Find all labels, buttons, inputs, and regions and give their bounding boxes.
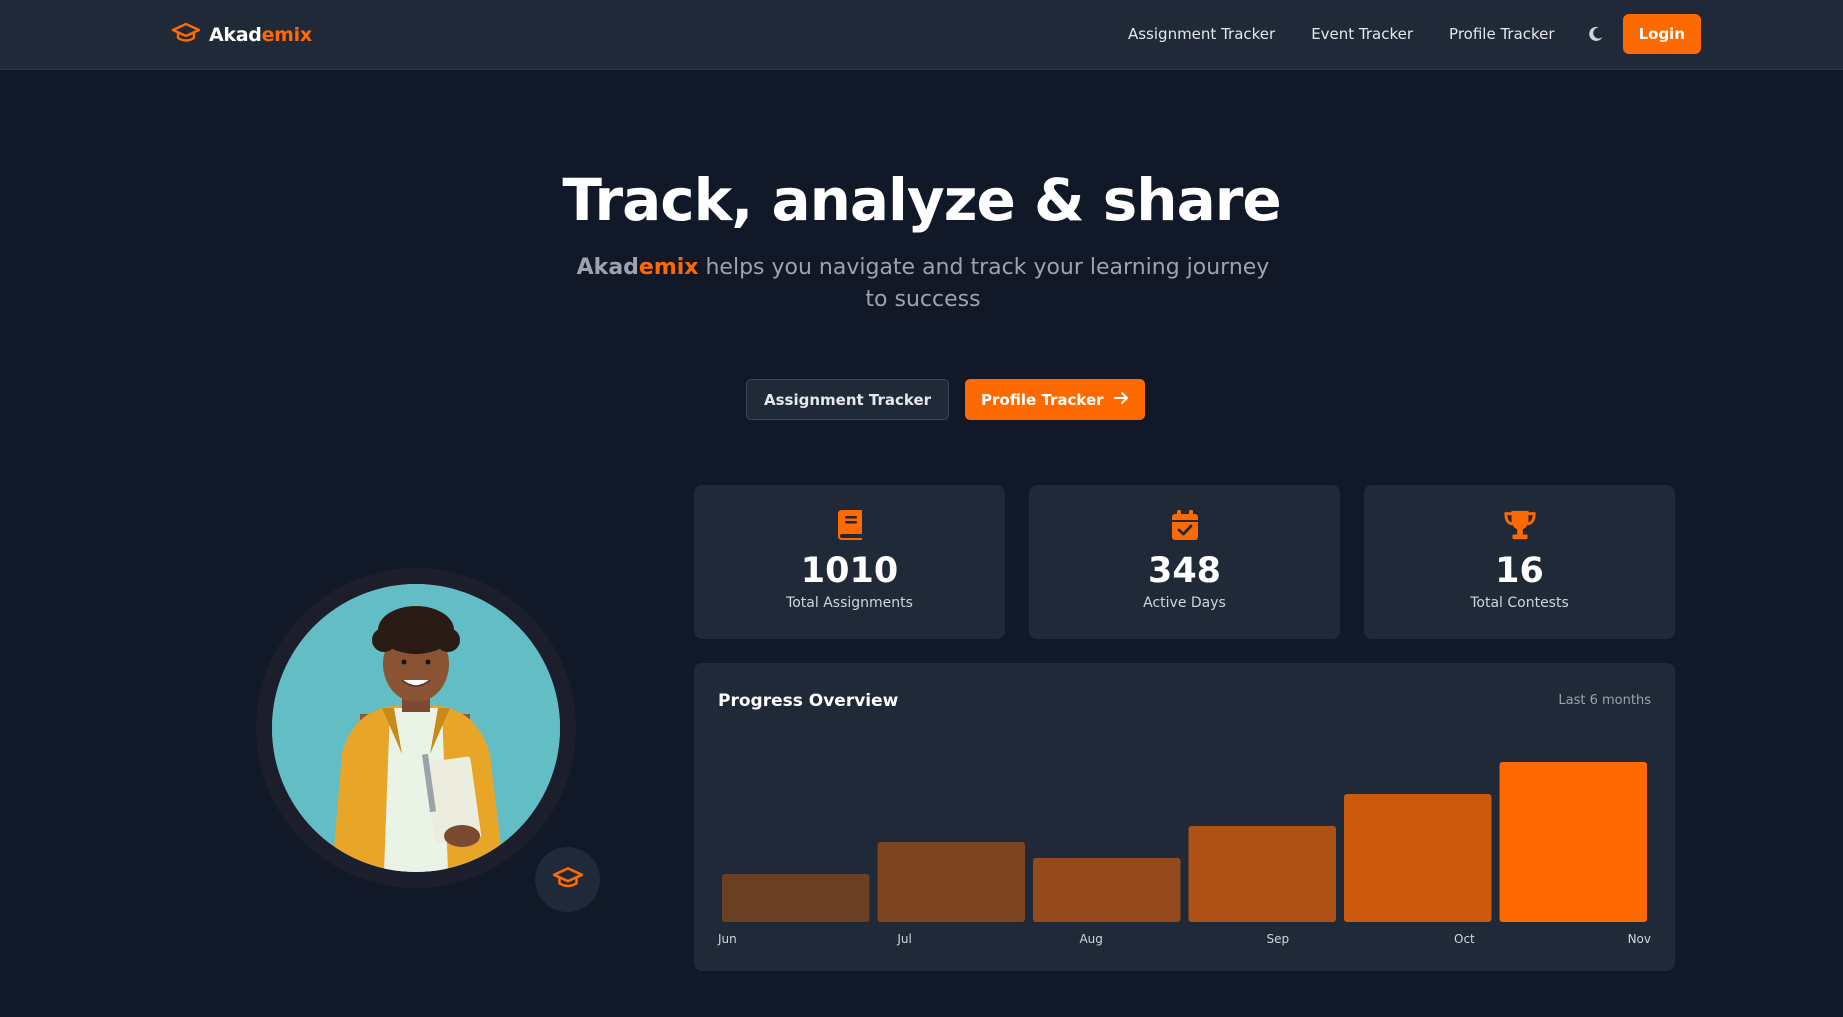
bar-oct (1344, 794, 1492, 922)
nav-link-event-tracker[interactable]: Event Tracker (1311, 25, 1413, 43)
stat-card-assignments: 1010 Total Assignments (694, 485, 1005, 639)
bar-jul (877, 842, 1025, 922)
graduation-cap-icon (552, 865, 584, 895)
graduation-cap-icon (171, 21, 201, 50)
nav-links: Assignment Tracker Event Tracker Profile… (1128, 14, 1701, 54)
x-tick-sep: Sep (1266, 932, 1290, 946)
avatar-ring (256, 568, 576, 888)
trophy-icon (1503, 508, 1537, 542)
brand-name-part2: emix (261, 24, 313, 46)
nav-link-profile-tracker[interactable]: Profile Tracker (1449, 25, 1555, 43)
x-tick-aug: Aug (1079, 932, 1103, 946)
nav-link-assignment-tracker[interactable]: Assignment Tracker (1128, 25, 1275, 43)
x-tick-nov: Nov (1627, 932, 1651, 946)
stat-value-assignments: 1010 (800, 551, 899, 591)
stat-value-active-days: 348 (1147, 551, 1222, 591)
profile-tracker-button-label: Profile Tracker (981, 390, 1104, 409)
hero-title: Track, analyze & share (562, 166, 1281, 234)
chart-range-label[interactable]: Last 6 months (1558, 693, 1651, 708)
stat-label-assignments: Total Assignments (786, 595, 913, 611)
subtitle-text: helps you navigate and track your learni… (698, 255, 1270, 312)
stat-label-contests: Total Contests (1470, 595, 1569, 611)
navbar: Akademix Assignment Tracker Event Tracke… (0, 0, 1843, 70)
bar-nov (1499, 762, 1647, 922)
chart-title: Progress Overview (718, 691, 899, 711)
bar-sep (1188, 826, 1336, 922)
x-tick-jun: Jun (718, 932, 737, 946)
hero-subtitle: Akademix helps you navigate and track yo… (571, 252, 1275, 316)
bar-aug (1033, 858, 1181, 922)
book-icon (833, 508, 867, 542)
x-tick-oct: Oct (1454, 932, 1475, 946)
brand-name-part1: Akad (209, 24, 262, 46)
bar-jun (722, 874, 870, 922)
x-tick-jul: Jul (897, 932, 912, 946)
stat-card-contests: 16 Total Contests (1364, 485, 1675, 639)
progress-overview-card: Progress Overview Last 6 months Jun Jul Au… (694, 663, 1675, 971)
calendar-check-icon (1168, 508, 1202, 542)
graduation-cap-badge (535, 847, 600, 912)
subtitle-brand-part1: Akad (576, 255, 639, 280)
cta-row: Assignment Tracker Profile Tracker (746, 379, 1145, 420)
subtitle-brand-part2: emix (638, 255, 699, 280)
login-button[interactable]: Login (1622, 14, 1701, 54)
stat-value-contests: 16 (1495, 551, 1544, 591)
arrow-right-icon (1113, 391, 1129, 409)
stats-row: 1010 Total Assignments 348 Active Days 1… (694, 485, 1675, 639)
stat-label-active-days: Active Days (1143, 595, 1226, 611)
stat-card-active-days: 348 Active Days (1029, 485, 1340, 639)
assignment-tracker-button[interactable]: Assignment Tracker (746, 379, 950, 420)
profile-tracker-button[interactable]: Profile Tracker (965, 379, 1145, 420)
student-avatar (272, 584, 560, 872)
moon-icon[interactable] (1587, 25, 1605, 43)
brand-logo[interactable]: Akademix (171, 21, 312, 49)
